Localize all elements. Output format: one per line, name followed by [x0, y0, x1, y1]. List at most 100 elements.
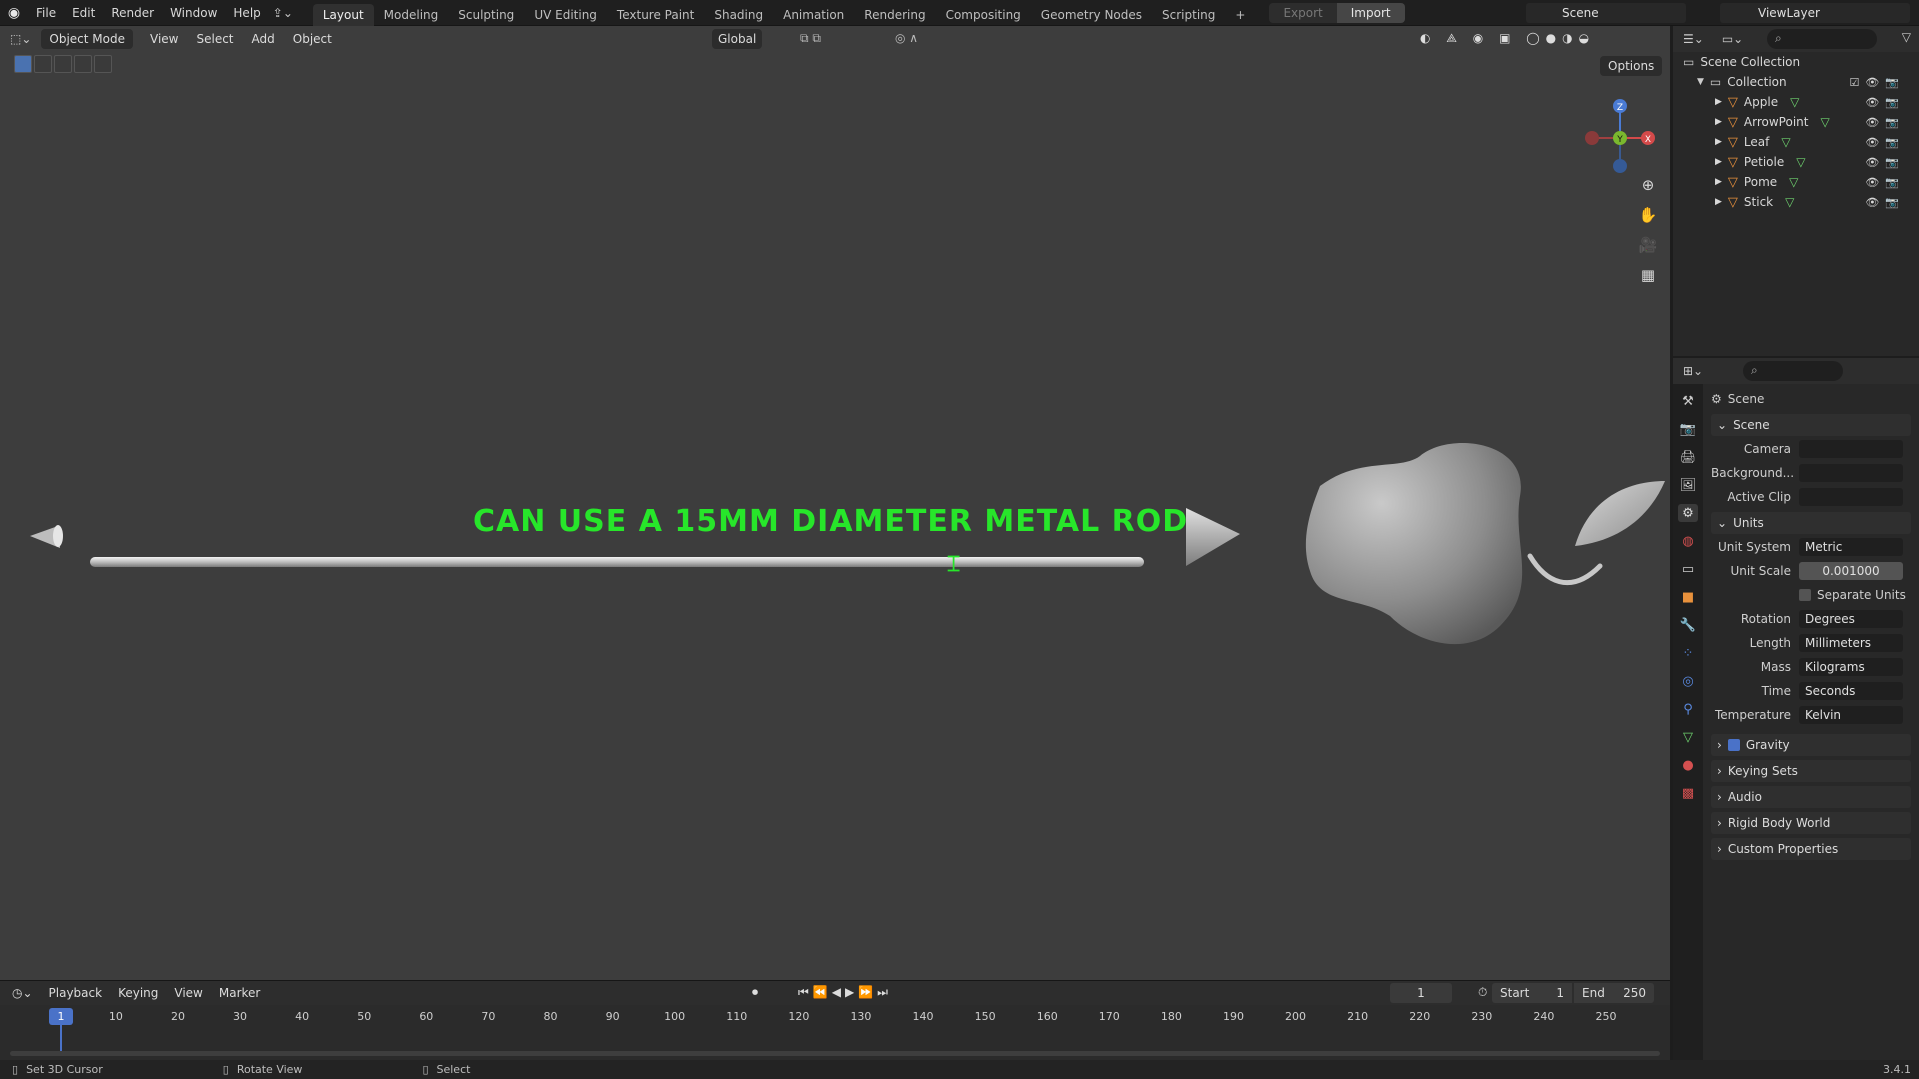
end-frame-field[interactable]: End 250 [1574, 983, 1654, 1003]
expand-arrow-icon[interactable]: ▼ [1697, 77, 1704, 87]
view-layer-tab-icon[interactable]: 🖼 [1678, 476, 1698, 494]
add-workspace-icon[interactable]: + [1225, 4, 1255, 26]
visibility-icons[interactable]: 👁📷 [1865, 156, 1905, 169]
expand-arrow-icon[interactable]: ▶ [1715, 177, 1722, 187]
outliner-search-input[interactable]: ⌕ [1767, 29, 1877, 49]
filter-icon[interactable]: ▽ [1902, 30, 1911, 44]
collection-tab-icon[interactable]: ▭ [1678, 560, 1698, 578]
units-panel-header[interactable]: ⌄ Units [1711, 512, 1911, 534]
modifier-tab-icon[interactable]: 🔧 [1678, 616, 1698, 634]
world-tab-icon[interactable]: ◍ [1678, 532, 1698, 550]
tab-rendering[interactable]: Rendering [854, 4, 935, 26]
apple-object[interactable] [1305, 443, 1523, 645]
outliner-item[interactable]: ▶ ▽ Stick ▽ 👁📷 [1673, 192, 1919, 212]
current-frame-field[interactable]: 1 [1390, 983, 1452, 1003]
texture-tab-icon[interactable]: ▩ [1678, 784, 1698, 802]
tab-texture-paint[interactable]: Texture Paint [607, 4, 704, 26]
stick-object[interactable] [90, 557, 1144, 567]
temperature-select[interactable]: Kelvin [1799, 706, 1903, 724]
menu-keying[interactable]: Keying [110, 986, 166, 1000]
collection-row[interactable]: ▼ ▭ Collection ☑👁📷 [1673, 72, 1919, 92]
timeline-ruler[interactable]: 1102030405060708090100110120130140150160… [0, 1007, 1670, 1027]
tab-shading[interactable]: Shading [704, 4, 773, 26]
menu-window[interactable]: Window [162, 0, 225, 26]
menu-marker[interactable]: Marker [211, 986, 268, 1000]
arrow-point-object[interactable] [1186, 508, 1240, 566]
3d-viewport[interactable]: ⬚⌄ Object Mode View Select Add Object Gl… [0, 26, 1670, 980]
tool-tab-icon[interactable]: ⚒ [1678, 392, 1698, 410]
scene-panel-header[interactable]: ⌄ Scene [1711, 414, 1911, 436]
scene-tab-icon[interactable]: ⚙ [1678, 504, 1698, 522]
leaf-object[interactable] [1575, 481, 1665, 546]
properties-editor-icon[interactable]: ⊞⌄ [1683, 364, 1703, 378]
constraints-tab-icon[interactable]: ⚲ [1678, 700, 1698, 718]
menu-help[interactable]: Help [225, 0, 268, 26]
import-button[interactable]: Import [1336, 2, 1405, 23]
tab-animation[interactable]: Animation [773, 4, 854, 26]
mass-select[interactable]: Kilograms [1799, 658, 1903, 676]
visibility-icons[interactable]: 👁📷 [1865, 196, 1905, 209]
rigid-body-world-panel-header[interactable]: › Rigid Body World [1711, 812, 1911, 834]
length-select[interactable]: Millimeters [1799, 634, 1903, 652]
tab-sculpting[interactable]: Sculpting [448, 4, 524, 26]
visibility-icons[interactable]: 👁📷 [1865, 96, 1905, 109]
expand-arrow-icon[interactable]: ▶ [1715, 97, 1722, 107]
camera-view-icon[interactable]: 🎥 [1637, 234, 1659, 256]
menu-file[interactable]: File [28, 0, 64, 26]
start-frame-field[interactable]: Start 1 [1492, 983, 1572, 1003]
tab-layout[interactable]: Layout [312, 3, 374, 26]
active-clip-field[interactable] [1799, 488, 1903, 506]
export-button[interactable]: Export [1269, 2, 1337, 23]
pan-hand-icon[interactable]: ✋ [1637, 204, 1659, 226]
current-frame-indicator[interactable]: 1 [49, 1008, 73, 1025]
expand-arrow-icon[interactable]: ▶ [1715, 197, 1722, 207]
physics-tab-icon[interactable]: ◎ [1678, 672, 1698, 690]
timeline-editor-icon[interactable]: ◷⌄ [4, 986, 41, 1000]
tail-object[interactable] [30, 525, 63, 548]
record-icon[interactable]: ⏺ [744, 985, 766, 1000]
menu-render[interactable]: Render [103, 0, 162, 26]
audio-panel-header[interactable]: › Audio [1711, 786, 1911, 808]
unit-system-select[interactable]: Metric [1799, 538, 1903, 556]
menu-playback[interactable]: Playback [41, 986, 111, 1000]
outliner-item[interactable]: ▶ ▽ Petiole ▽ 👁📷 [1673, 152, 1919, 172]
tab-geometry-nodes[interactable]: Geometry Nodes [1031, 4, 1152, 26]
output-tab-icon[interactable]: 🖨 [1678, 448, 1698, 466]
data-tab-icon[interactable]: ▽ [1678, 728, 1698, 746]
unit-scale-field[interactable]: 0.001000 [1799, 562, 1903, 580]
gravity-checkbox[interactable] [1727, 739, 1740, 751]
gravity-panel-header[interactable]: › Gravity [1711, 734, 1911, 756]
outliner-editor-icon[interactable]: ☰⌄ [1683, 32, 1704, 46]
tab-scripting[interactable]: Scripting [1152, 4, 1225, 26]
visibility-icons[interactable]: ☑👁📷 [1849, 76, 1905, 89]
tab-uv-editing[interactable]: UV Editing [524, 4, 607, 26]
outliner-item[interactable]: ▶ ▽ ArrowPoint ▽ 👁📷 [1673, 112, 1919, 132]
particles-tab-icon[interactable]: ⁘ [1678, 644, 1698, 662]
camera-field[interactable] [1799, 440, 1903, 458]
expand-arrow-icon[interactable]: ▶ [1715, 137, 1722, 147]
visibility-icons[interactable]: 👁📷 [1865, 136, 1905, 149]
expand-arrow-icon[interactable]: ▶ [1715, 157, 1722, 167]
menu-edit[interactable]: Edit [64, 0, 103, 26]
display-mode-icon[interactable]: ▭⌄ [1722, 32, 1743, 46]
playback-controls-icons[interactable]: ⏮⏪◀▶⏩⏭ [790, 985, 900, 1000]
timeline-editor[interactable]: ◷⌄ Playback Keying View Marker ⏺ ⏮⏪◀▶⏩⏭ … [0, 980, 1670, 1060]
background-field[interactable] [1799, 464, 1903, 482]
render-tab-icon[interactable]: 📷 [1678, 420, 1698, 438]
rotation-select[interactable]: Degrees [1799, 610, 1903, 628]
timeline-scrollbar[interactable] [10, 1051, 1660, 1056]
navigation-gizmo[interactable]: Z X Y [1576, 88, 1666, 188]
expand-arrow-icon[interactable]: ▶ [1715, 117, 1722, 127]
separate-units-checkbox[interactable] [1799, 589, 1811, 601]
visibility-icons[interactable]: 👁📷 [1865, 116, 1905, 129]
petiole-object[interactable] [1527, 553, 1603, 586]
blender-logo-icon[interactable]: ◉ [0, 0, 28, 26]
visibility-icons[interactable]: 👁📷 [1865, 176, 1905, 189]
scene-collection-row[interactable]: ▭ Scene Collection [1673, 52, 1919, 72]
tab-compositing[interactable]: Compositing [936, 4, 1031, 26]
zoom-icon[interactable]: ⊕ [1637, 174, 1659, 196]
material-tab-icon[interactable]: ● [1678, 756, 1698, 774]
outliner-item[interactable]: ▶ ▽ Pome ▽ 👁📷 [1673, 172, 1919, 192]
grid-view-icon[interactable]: ▦ [1637, 264, 1659, 286]
outliner-item[interactable]: ▶ ▽ Apple ▽ 👁📷 [1673, 92, 1919, 112]
